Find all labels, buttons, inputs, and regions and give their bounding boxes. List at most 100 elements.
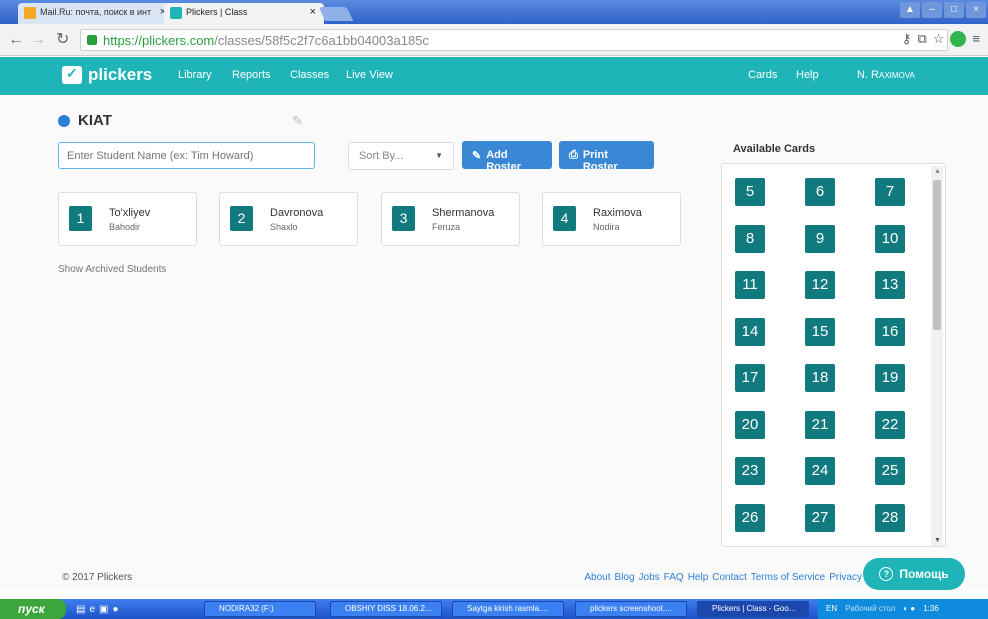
add-roster-button[interactable]: ✎ Add Roster: [462, 141, 552, 173]
forward-arrow-icon[interactable]: →: [30, 32, 46, 48]
available-card[interactable]: 11: [735, 271, 765, 299]
user-icon[interactable]: ▲: [900, 2, 920, 18]
media-icon[interactable]: ▣: [99, 604, 108, 615]
show-desktop-icon[interactable]: ▤: [76, 604, 85, 615]
available-card[interactable]: 17: [735, 364, 765, 392]
browser-tab-mailru[interactable]: Mail.Ru: почта, поиск в инт ×: [18, 3, 174, 24]
footer-link-contact[interactable]: Contact: [712, 572, 746, 583]
taskbar-item[interactable]: Saytga kirish rasmla....: [452, 601, 564, 617]
print-roster-button[interactable]: ⎙ Print Roster: [559, 141, 654, 173]
edit-pencil-icon[interactable]: ✎: [292, 113, 303, 129]
available-card[interactable]: 7: [875, 178, 905, 206]
available-card[interactable]: 5: [735, 178, 765, 206]
available-card[interactable]: 9: [805, 224, 835, 253]
available-card[interactable]: 14: [735, 317, 765, 346]
plickers-logo-icon: [62, 65, 82, 84]
footer-link-faq[interactable]: FAQ: [664, 572, 684, 583]
available-card[interactable]: 16: [875, 317, 905, 346]
user-menu[interactable]: N. Raximova: [857, 69, 915, 81]
class-title: KIAT: [58, 112, 112, 129]
new-tab-button[interactable]: [318, 7, 354, 21]
start-button[interactable]: пуск: [0, 599, 66, 619]
browser-extension-icons: ⚷ ⧉ ☆ ≡: [902, 31, 980, 47]
available-card[interactable]: 25: [875, 457, 905, 485]
scroll-up-icon[interactable]: ▲: [934, 168, 941, 175]
available-card[interactable]: 19: [875, 364, 905, 392]
footer-link-terms[interactable]: Terms of Service: [751, 572, 825, 583]
show-archived-students-link[interactable]: Show Archived Students: [58, 264, 166, 275]
tray-icons[interactable]: ◐ ●: [903, 599, 915, 619]
menu-icon[interactable]: ≡: [972, 31, 980, 47]
student-first-name: Shermanova: [432, 207, 495, 219]
tab-label: Plickers | Class: [186, 7, 248, 17]
footer-link-about[interactable]: About: [584, 572, 610, 583]
maximize-icon[interactable]: □: [944, 2, 964, 18]
available-card[interactable]: 12: [805, 271, 835, 299]
desktop-toolbar[interactable]: Рабочий стол: [845, 599, 895, 619]
cards-scrollbar[interactable]: ▲ ▼: [931, 166, 943, 546]
available-card[interactable]: 20: [735, 410, 765, 439]
available-card[interactable]: 23: [735, 457, 765, 485]
address-bar-row: ← → ↻ https://plickers.com/classes/58f5c…: [0, 24, 988, 56]
student-card-number: 4: [553, 206, 576, 231]
url-field[interactable]: https://plickers.com/classes/58f5c2f7c6a…: [80, 29, 948, 51]
nav-live-view[interactable]: Live View: [346, 69, 393, 81]
star-icon[interactable]: ☆: [933, 31, 945, 47]
footer-link-jobs[interactable]: Jobs: [639, 572, 660, 583]
plickers-favicon-icon: [170, 7, 182, 19]
student-card[interactable]: 2 Davronova Shaxlo: [219, 192, 358, 246]
student-card-number: 2: [230, 206, 253, 231]
translate-icon[interactable]: ⧉: [917, 31, 926, 47]
taskbar-item[interactable]: OBSHIY DISS 18.06.2...: [330, 601, 442, 617]
plickers-logo[interactable]: plickers: [62, 65, 152, 85]
nav-library[interactable]: Library: [178, 69, 212, 81]
printer-icon: ⎙: [569, 149, 578, 161]
footer-link-blog[interactable]: Blog: [615, 572, 635, 583]
student-last-name: Bahodir: [109, 222, 141, 232]
magic-wand-icon: ✎: [472, 150, 482, 162]
available-card[interactable]: 27: [805, 503, 835, 532]
student-name-input[interactable]: [58, 142, 315, 169]
available-card[interactable]: 15: [805, 317, 835, 346]
student-card[interactable]: 3 Shermanova Feruza: [381, 192, 520, 246]
available-card[interactable]: 8: [735, 224, 765, 253]
nav-reports[interactable]: Reports: [232, 69, 271, 81]
chrome-icon[interactable]: ●: [112, 604, 118, 615]
key-icon[interactable]: ⚷: [902, 31, 912, 47]
main-content: KIAT ✎ Sort By... ▼ ✎ Add Roster ⎙ Print…: [0, 95, 988, 590]
available-card[interactable]: 26: [735, 503, 765, 532]
scrollbar-thumb[interactable]: [933, 180, 941, 330]
back-arrow-icon[interactable]: ←: [8, 32, 24, 48]
language-indicator[interactable]: EN: [826, 599, 837, 619]
taskbar-item[interactable]: plickers screenshoot....: [575, 601, 687, 617]
available-card[interactable]: 18: [805, 364, 835, 392]
available-card[interactable]: 13: [875, 271, 905, 299]
footer-link-help[interactable]: Help: [688, 572, 709, 583]
help-chat-button[interactable]: ? Помощь: [863, 558, 965, 590]
available-card[interactable]: 28: [875, 503, 905, 532]
student-last-name: Nodira: [593, 222, 620, 232]
browser-tab-plickers[interactable]: Plickers | Class ×: [164, 3, 324, 24]
nav-classes[interactable]: Classes: [290, 69, 329, 81]
available-card[interactable]: 21: [805, 410, 835, 439]
available-card[interactable]: 24: [805, 457, 835, 485]
nav-cards[interactable]: Cards: [748, 69, 777, 81]
ie-icon[interactable]: e: [89, 604, 95, 615]
taskbar-item[interactable]: NODIRA32 (F:): [204, 601, 316, 617]
student-card[interactable]: 1 To'xliyev Bahodir: [58, 192, 197, 246]
whatsapp-icon[interactable]: [950, 31, 967, 47]
available-card[interactable]: 6: [805, 178, 835, 206]
caret-down-icon: ▼: [435, 151, 443, 160]
student-card[interactable]: 4 Raximova Nodira: [542, 192, 681, 246]
close-window-icon[interactable]: ×: [966, 2, 986, 18]
available-card[interactable]: 10: [875, 224, 905, 253]
scroll-down-icon[interactable]: ▼: [934, 537, 941, 544]
reload-icon[interactable]: ↻: [56, 32, 69, 48]
taskbar-item-active[interactable]: Plickers | Class - Goo...: [697, 601, 809, 617]
footer-link-privacy[interactable]: Privacy: [829, 572, 862, 583]
close-tab-icon[interactable]: ×: [310, 6, 316, 18]
sort-by-dropdown[interactable]: Sort By... ▼: [348, 142, 454, 170]
minimize-icon[interactable]: –: [922, 2, 942, 18]
available-card[interactable]: 22: [875, 410, 905, 439]
nav-help[interactable]: Help: [796, 69, 819, 81]
